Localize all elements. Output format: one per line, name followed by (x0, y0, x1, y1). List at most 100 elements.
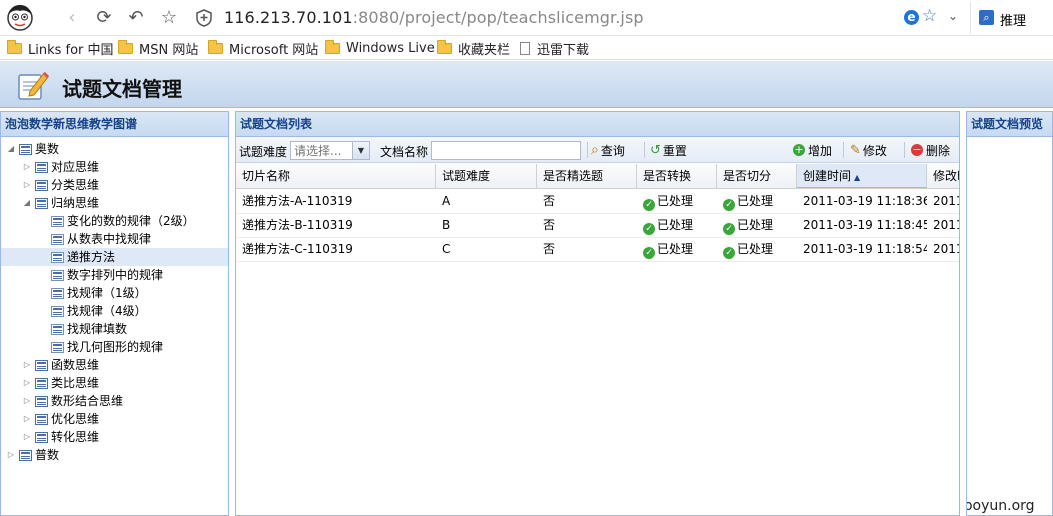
bookmark-links-china[interactable]: Links for 中国 (7, 39, 114, 58)
bookmark-label: MSN 网站 (139, 42, 199, 58)
bookmark-windows-live[interactable]: Windows Live (325, 39, 435, 57)
tree-node-fenlei[interactable]: ▷ 分类思维 (21, 176, 99, 194)
col-header-difficulty[interactable]: 试题难度 (436, 164, 537, 188)
tree-leaf-tianshu[interactable]: 找规律填数 (49, 320, 127, 338)
tree-node-hanshu[interactable]: ▷ 函数思维 (21, 356, 99, 374)
add-button[interactable]: + 增加 (793, 142, 832, 158)
expand-triangle-icon[interactable]: ▷ (21, 410, 33, 428)
app-header: 试题文档管理 (0, 61, 1053, 108)
delete-button[interactable]: − 删除 (911, 142, 950, 158)
cell-modified: 2011 (933, 194, 959, 208)
tree-leaf-zhaoguilv-1[interactable]: 找规律（1级） (49, 284, 147, 302)
bookmark-xunlei[interactable]: 迅雷下载 (520, 39, 589, 58)
chevron-down-icon[interactable]: ▼ (352, 142, 369, 159)
check-circle-icon: ✓ (643, 223, 655, 235)
address-bar[interactable]: 116.213.70.101:8080/project/pop/teachsli… (224, 8, 644, 27)
tree-node-label: 递推方法 (67, 250, 116, 264)
col-header-modified[interactable]: 修改时 (927, 164, 959, 188)
favorite-star-icon[interactable]: ☆ (157, 6, 181, 30)
collapse-triangle-icon[interactable]: ◢ (5, 140, 17, 158)
col-header-sliced[interactable]: 是否切分 (717, 164, 797, 188)
status-text: 已处理 (737, 242, 774, 256)
docname-input[interactable] (431, 141, 581, 160)
reset-button[interactable]: ↺ 重置 (650, 142, 687, 158)
tree-node-youhua[interactable]: ▷ 优化思维 (21, 410, 99, 428)
address-path: :8080/project/pop/teachslicemgr.jsp (352, 8, 644, 27)
bookmark-label: 收藏夹栏 (458, 42, 511, 58)
tree-leaf-shubiao[interactable]: 从数表中找规律 (49, 230, 151, 248)
table-row[interactable]: 递推方法-B-110319 B 否 ✓ 已处理 ✓ 已处理 2011-03-19 1… (236, 214, 959, 238)
expand-triangle-icon[interactable]: ▷ (21, 356, 33, 374)
tree-leaf-shuzipailie[interactable]: 数字排列中的规律 (49, 266, 163, 284)
tree-node-leibi[interactable]: ▷ 类比思维 (21, 374, 99, 392)
expand-triangle-icon[interactable]: ▷ (21, 374, 33, 392)
edit-button[interactable]: ✎ 修改 (850, 142, 887, 158)
tree-node-label: 普数 (35, 448, 60, 462)
edit-document-icon (16, 69, 50, 101)
ie-mode-icon[interactable]: e (904, 10, 919, 25)
check-circle-icon: ✓ (643, 247, 655, 259)
tree-folder-icon (35, 359, 48, 371)
tree-leaf-jihe[interactable]: 找几何图形的规律 (49, 338, 163, 356)
tree-node-pushu[interactable]: ▷ 普数 (5, 446, 59, 464)
expand-triangle-icon[interactable]: ▷ (21, 176, 33, 194)
col-header-name[interactable]: 切片名称 (236, 164, 436, 188)
reset-arrow-icon: ↺ (650, 142, 661, 158)
tree-node-label: 找几何图形的规律 (67, 340, 164, 354)
status-text: 已处理 (657, 218, 694, 232)
tree-leaf-icon (51, 323, 64, 335)
preview-panel: 试题文档预览 www.wooyun.org (966, 111, 1053, 516)
tree-leaf-icon (51, 287, 64, 299)
tree-node-zhuanhua[interactable]: ▷ 转化思维 (21, 428, 99, 446)
refresh-icon[interactable]: ⟳ (92, 6, 116, 30)
tree-folder-icon (35, 197, 48, 209)
cell-name: 递推方法-B-110319 (242, 218, 353, 232)
back-icon[interactable]: ‹ (60, 6, 84, 30)
tree-leaf-ditui-selected[interactable]: 递推方法 (1, 248, 228, 266)
bookmarks-bar: Links for 中国 MSN 网站 Microsoft 网站 Windows… (0, 36, 1053, 60)
tree-folder-icon (35, 431, 48, 443)
folder-icon (437, 39, 452, 54)
col-header-converted[interactable]: 是否转换 (637, 164, 717, 188)
preview-panel-title: 试题文档预览 (967, 112, 1052, 137)
expand-triangle-icon[interactable]: ▷ (21, 158, 33, 176)
table-row[interactable]: 递推方法-C-110319 C 否 ✓ 已处理 ✓ 已处理 2011-03-19 1… (236, 238, 959, 262)
bookmark-label: Windows Live (346, 40, 435, 56)
bookmark-favorites-bar[interactable]: 收藏夹栏 (437, 39, 511, 58)
expand-triangle-icon[interactable]: ▷ (5, 446, 17, 464)
col-header-featured[interactable]: 是否精选题 (537, 164, 637, 188)
collapse-triangle-icon[interactable]: ◢ (21, 194, 33, 212)
dropdown-chevron-icon[interactable]: ⌄ (948, 9, 958, 23)
expand-triangle-icon[interactable]: ▷ (21, 428, 33, 446)
tree-leaf-zhaoguilv-4[interactable]: 找规律（4级） (49, 302, 147, 320)
difficulty-select[interactable]: ▼ (290, 141, 370, 160)
bookmark-label: Links for 中国 (28, 42, 114, 58)
difficulty-input[interactable] (291, 142, 351, 159)
bookmark-msn[interactable]: MSN 网站 (118, 39, 199, 58)
col-header-created-sorted[interactable]: 创建时间 ▲ (797, 164, 927, 188)
tree-panel: 泡泡数学新思维教学图谱 ◢ 奥数 ▷ 对应思维 ▷ 分类思维 ◢ 归纳思维 变化的数的规… (0, 111, 229, 516)
query-button[interactable]: ⌕ 查询 (591, 142, 625, 158)
tree-node-aoshu[interactable]: ◢ 奥数 (5, 140, 59, 158)
col-header-label: 创建时间 (803, 169, 852, 183)
browser-avatar-icon[interactable] (5, 2, 35, 32)
tree-folder-icon (35, 413, 48, 425)
cell-created: 2011-03-19 11:18:54 (803, 242, 927, 256)
plus-circle-icon: + (793, 143, 805, 156)
tree-node-guina[interactable]: ◢ 归纳思维 (21, 194, 99, 212)
undo-icon[interactable]: ↶ (124, 6, 148, 30)
table-row[interactable]: 递推方法-A-110319 A 否 ✓ 已处理 ✓ 已处理 2011-03-19 1… (236, 190, 959, 214)
tree-leaf-bianhua[interactable]: 变化的数的规律（2级） (49, 212, 195, 230)
security-shield-icon[interactable] (196, 9, 212, 27)
app-title: 试题文档管理 (62, 77, 182, 101)
tree-node-label: 找规律（4级） (67, 304, 147, 318)
bookmark-microsoft[interactable]: Microsoft 网站 (208, 39, 318, 58)
bookmark-star-icon[interactable]: ☆ (922, 6, 937, 26)
tree-node-label: 优化思维 (51, 412, 100, 426)
tree-node-shuxing[interactable]: ▷ 数形结合思维 (21, 392, 123, 410)
status-text: 已处理 (657, 194, 694, 208)
search-engine-box[interactable]: ⌕ 推理 (970, 2, 1053, 34)
tree-node-duiying[interactable]: ▷ 对应思维 (21, 158, 99, 176)
expand-triangle-icon[interactable]: ▷ (21, 392, 33, 410)
status-text: 已处理 (737, 218, 774, 232)
